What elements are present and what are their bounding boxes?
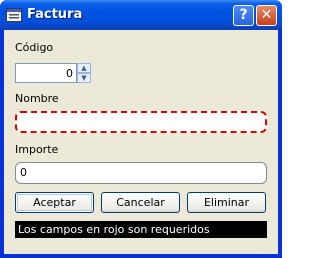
arrow-up-icon[interactable]: ▲ — [77, 63, 91, 73]
codigo-spinner[interactable]: ▲ ▼ — [77, 63, 91, 83]
arrow-down-icon[interactable]: ▼ — [77, 73, 91, 83]
codigo-label: Código — [15, 41, 54, 54]
accept-button[interactable]: Aceptar — [15, 192, 94, 213]
help-button[interactable]: ? — [233, 5, 254, 26]
nombre-input[interactable] — [15, 111, 267, 133]
factura-window: Factura ? ✕ Código 0 ▲ ▼ Nombre Importe … — [0, 0, 282, 258]
window-title: Factura — [27, 7, 83, 22]
form-window-icon — [6, 8, 22, 22]
importe-input[interactable]: 0 — [15, 162, 267, 184]
codigo-input[interactable]: 0 — [15, 63, 77, 83]
dialog-body: Código 0 ▲ ▼ Nombre Importe 0 Aceptar Ca… — [4, 30, 278, 254]
importe-value: 0 — [20, 166, 27, 179]
delete-button[interactable]: Eliminar — [187, 192, 266, 213]
close-button[interactable]: ✕ — [256, 5, 277, 26]
status-message: Los campos en rojo son requeridos — [15, 221, 267, 238]
importe-label: Importe — [15, 143, 59, 156]
codigo-value: 0 — [66, 67, 73, 80]
nombre-label: Nombre — [15, 92, 59, 105]
title-bar[interactable]: Factura ? ✕ — [0, 0, 282, 30]
cancel-button[interactable]: Cancelar — [101, 192, 180, 213]
help-icon: ? — [239, 7, 248, 23]
close-icon: ✕ — [260, 7, 273, 23]
